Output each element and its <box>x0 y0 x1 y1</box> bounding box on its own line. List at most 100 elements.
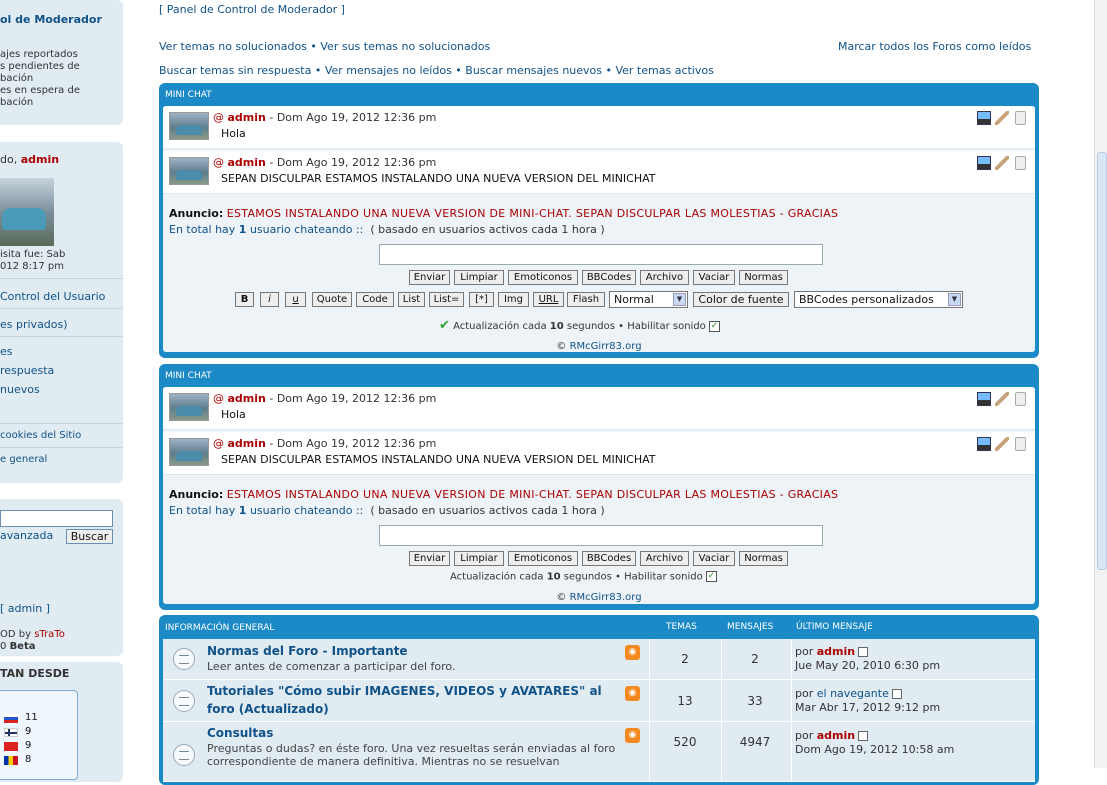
flag-counter: 11 9 9 8 <box>0 690 78 780</box>
sidebar-search-input[interactable] <box>0 510 113 527</box>
general-link[interactable]: e general <box>0 454 47 465</box>
file-button[interactable]: Archivo <box>640 551 689 566</box>
sidebar-link-1[interactable]: es <box>0 345 13 358</box>
last-post-author[interactable]: el navegante <box>817 687 889 700</box>
user-control-panel-link[interactable]: Control del Usuario <box>0 290 105 303</box>
empty-button[interactable]: Vaciar <box>693 270 735 285</box>
admin-link[interactable]: [ admin ] <box>0 602 50 615</box>
copyright-link[interactable]: RMcGirr83.org <box>570 592 642 603</box>
trash-icon[interactable] <box>1015 111 1026 125</box>
list-item-button[interactable]: [*] <box>469 292 494 307</box>
message-author[interactable]: admin <box>228 111 266 124</box>
awaiting-approval[interactable]: es en espera de <box>0 85 80 96</box>
quote-button[interactable]: Quote <box>312 292 352 307</box>
emoticons-button[interactable]: Emoticonos <box>508 551 578 566</box>
advanced-search-link[interactable]: avanzada <box>0 529 53 542</box>
pending-approval-2[interactable]: bación <box>0 73 33 84</box>
sidebar-link-2[interactable]: respuesta <box>0 364 54 377</box>
sound-checkbox[interactable]: ✓ <box>709 320 720 332</box>
chat-message-input[interactable] <box>379 244 823 265</box>
trash-icon[interactable] <box>1015 437 1026 451</box>
edit-icon[interactable] <box>995 437 1009 451</box>
list-button[interactable]: List <box>398 292 425 307</box>
italic-button[interactable]: i <box>260 292 279 307</box>
chevron-down-icon: ▼ <box>673 293 686 306</box>
font-color-button[interactable]: Color de fuente <box>693 292 789 307</box>
copyright-link[interactable]: RMcGirr83.org <box>570 341 642 352</box>
computer-icon[interactable] <box>977 111 991 125</box>
trash-icon[interactable] <box>1015 392 1026 406</box>
rss-icon[interactable]: ◉ <box>625 686 640 701</box>
view-latest-post-icon[interactable] <box>858 731 869 741</box>
font-size-select[interactable]: Normal ▼ <box>609 291 688 308</box>
rss-icon[interactable]: ◉ <box>625 728 640 743</box>
pending-approval[interactable]: s pendientes de <box>0 61 80 72</box>
view-latest-post-icon[interactable] <box>858 647 869 657</box>
trash-icon[interactable] <box>1015 156 1026 170</box>
sidebar-link-3[interactable]: nuevos <box>0 383 40 396</box>
chat-message-input[interactable] <box>379 525 823 546</box>
rules-button[interactable]: Normas <box>739 551 788 566</box>
empty-button[interactable]: Vaciar <box>693 551 735 566</box>
emoticons-button[interactable]: Emoticonos <box>508 270 578 285</box>
message-date: - Dom Ago 19, 2012 12:36 pm <box>269 392 437 405</box>
edit-icon[interactable] <box>995 111 1009 125</box>
file-button[interactable]: Archivo <box>640 270 689 285</box>
list-ordered-button[interactable]: List= <box>429 292 464 307</box>
mark-forums-read-link[interactable]: Marcar todos los Foros como leídos <box>838 40 1031 53</box>
topics-count: 2 <box>681 652 689 666</box>
send-button[interactable]: Enviar <box>409 551 450 566</box>
clear-button[interactable]: Limpiar <box>454 551 504 566</box>
total-users-link[interactable]: usuario chateando :: <box>250 504 363 517</box>
mod-author[interactable]: sTraTo <box>34 629 65 640</box>
search-button[interactable]: Buscar <box>66 529 113 544</box>
computer-icon[interactable] <box>977 156 991 170</box>
forum-title[interactable]: Tutoriales "Cómo subir IMAGENES, VIDEOS … <box>207 682 607 718</box>
private-messages-link[interactable]: es privados) <box>0 318 68 331</box>
por-label: por <box>795 687 814 700</box>
unsolved-topics-links[interactable]: Ver temas no solucionados • Ver sus tema… <box>159 40 490 53</box>
last-post-author[interactable]: admin <box>817 729 855 742</box>
chat-message: @ admin - Dom Ago 19, 2012 12:36 pm Hola <box>163 106 1035 149</box>
message-author[interactable]: admin <box>228 156 266 169</box>
total-users-link[interactable]: usuario chateando :: <box>250 223 363 236</box>
underline-button[interactable]: u <box>285 292 306 307</box>
announcement-label: Anuncio: <box>169 488 224 501</box>
url-button[interactable]: URL <box>533 292 564 307</box>
search-links[interactable]: Buscar temas sin respuesta • Ver mensaje… <box>159 64 714 77</box>
last-post-author[interactable]: admin <box>817 645 855 658</box>
reported-messages[interactable]: ajes reportados <box>0 49 78 60</box>
custom-bbcodes-select[interactable]: BBCodes personalizados ▼ <box>794 291 963 308</box>
img-button[interactable]: Img <box>498 292 529 307</box>
awaiting-approval-2[interactable]: bación <box>0 97 33 108</box>
edit-icon[interactable] <box>995 392 1009 406</box>
forum-title[interactable]: Normas del Foro - Importante <box>207 642 408 660</box>
category-title[interactable]: INFORMACIÓN GENERAL <box>165 623 274 633</box>
computer-icon[interactable] <box>977 392 991 406</box>
welcome-user[interactable]: admin <box>21 153 59 166</box>
view-latest-post-icon[interactable] <box>891 689 902 699</box>
computer-icon[interactable] <box>977 437 991 451</box>
bold-button[interactable]: B <box>235 292 254 307</box>
clear-button[interactable]: Limpiar <box>454 270 504 285</box>
scrollbar-thumb[interactable] <box>1097 152 1107 570</box>
code-button[interactable]: Code <box>356 292 394 307</box>
edit-icon[interactable] <box>995 156 1009 170</box>
message-text: SEPAN DISCULPAR ESTAMOS INSTALANDO UNA N… <box>221 453 656 466</box>
column-topics: TEMAS <box>666 622 697 632</box>
bbcodes-button[interactable]: BBCodes <box>582 551 636 566</box>
bbcodes-button[interactable]: BBCodes <box>582 270 636 285</box>
cookies-link[interactable]: cookies del Sitio <box>0 430 81 441</box>
rss-icon[interactable]: ◉ <box>625 645 640 660</box>
message-author[interactable]: admin <box>228 392 266 405</box>
sound-checkbox[interactable]: ✓ <box>705 571 717 582</box>
rules-button[interactable]: Normas <box>739 270 788 285</box>
message-author[interactable]: admin <box>228 437 266 450</box>
forum-title[interactable]: Consultas <box>207 724 273 742</box>
moderator-panel-link[interactable]: [ Panel de Control de Moderador ] <box>159 3 345 16</box>
flash-button[interactable]: Flash <box>567 292 605 307</box>
send-button[interactable]: Enviar <box>409 270 450 285</box>
forum-category-panel: INFORMACIÓN GENERAL TEMAS MENSAJES ÚLTIM… <box>159 615 1039 785</box>
moderator-control-title[interactable]: ol de Moderador <box>0 13 102 26</box>
column-last-post: ÚLTIMO MENSAJE <box>796 622 873 632</box>
